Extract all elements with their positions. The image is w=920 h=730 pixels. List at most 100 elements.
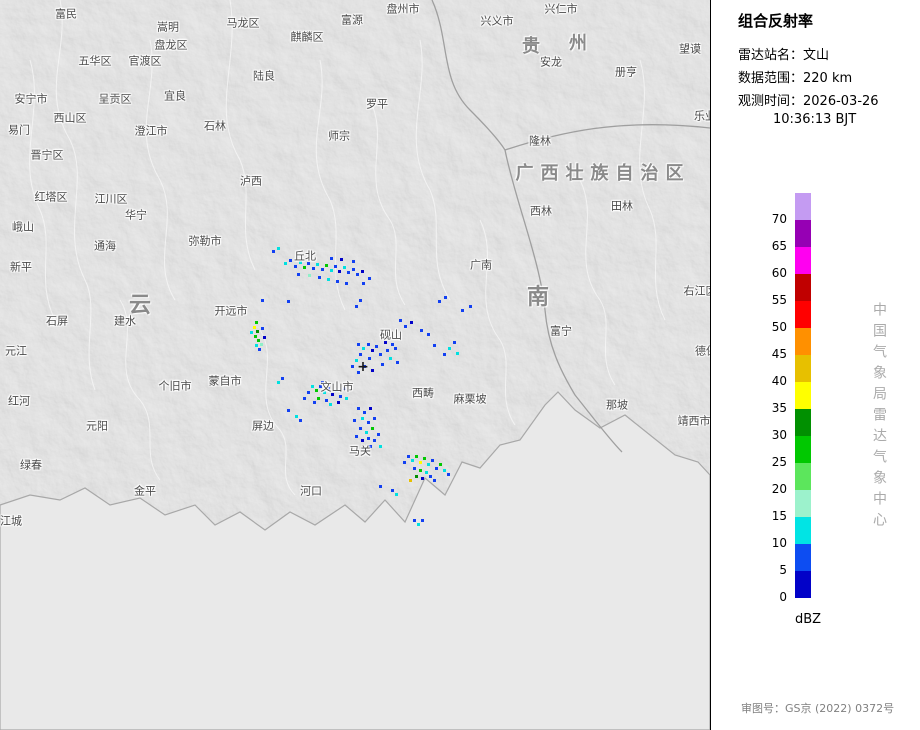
map-label: 华宁 bbox=[125, 208, 147, 222]
radar-echo bbox=[448, 347, 451, 350]
map-label: 德保 bbox=[695, 344, 710, 358]
radar-echo bbox=[363, 411, 366, 414]
map-label: 江川区 bbox=[94, 192, 128, 206]
province-label: 云 bbox=[128, 293, 152, 318]
radar-echo bbox=[461, 309, 464, 312]
radar-echo bbox=[343, 266, 346, 269]
radar-echo bbox=[435, 467, 438, 470]
map-label: 师宗 bbox=[328, 129, 350, 143]
map-label: 盘州市 bbox=[386, 2, 420, 16]
map-label: 峨山 bbox=[12, 220, 34, 234]
map-label: 晋宁区 bbox=[30, 148, 64, 162]
radar-echo bbox=[258, 348, 261, 351]
radar-echo bbox=[443, 469, 446, 472]
radar-echo bbox=[433, 479, 436, 482]
station-name: 雷达站名：文山 bbox=[738, 48, 830, 63]
radar-echo bbox=[361, 417, 364, 420]
map-label: 蒙自市 bbox=[208, 374, 242, 388]
map-label: 陆良 bbox=[253, 69, 275, 83]
map-label: 金平 bbox=[134, 484, 156, 498]
radar-echo bbox=[419, 461, 422, 464]
legend-swatch bbox=[795, 382, 811, 409]
radar-echo bbox=[336, 280, 339, 283]
radar-echo bbox=[415, 455, 418, 458]
legend-value: 10 bbox=[771, 536, 787, 550]
radar-echo bbox=[303, 397, 306, 400]
radar-echo bbox=[425, 471, 428, 474]
radar-echo bbox=[394, 347, 397, 350]
radar-echo bbox=[359, 353, 362, 356]
radar-echo bbox=[407, 455, 410, 458]
legend-swatch bbox=[795, 436, 811, 463]
radar-echo bbox=[367, 437, 370, 440]
radar-echo bbox=[325, 264, 328, 267]
map-label: 绿春 bbox=[20, 458, 42, 472]
radar-echo bbox=[356, 273, 359, 276]
radar-echo bbox=[444, 296, 447, 299]
radar-echo bbox=[403, 461, 406, 464]
map-label: 丘北 bbox=[294, 249, 316, 263]
radar-echo bbox=[362, 347, 365, 350]
radar-echo bbox=[295, 415, 298, 418]
map-label: 富宁 bbox=[550, 324, 572, 338]
radar-echo bbox=[391, 343, 394, 346]
radar-echo bbox=[257, 339, 260, 342]
radar-echo bbox=[255, 321, 258, 324]
legend-swatch bbox=[795, 247, 811, 274]
radar-echo bbox=[334, 265, 337, 268]
legend-value: 20 bbox=[771, 482, 787, 496]
radar-echo bbox=[338, 270, 341, 273]
map-label: 元阳 bbox=[86, 419, 108, 433]
map-label: 红塔区 bbox=[34, 190, 68, 204]
map-label: 册亨 bbox=[615, 65, 637, 79]
radar-echo bbox=[256, 330, 259, 333]
data-range: 数据范围：220 km bbox=[738, 71, 853, 86]
radar-echo bbox=[377, 433, 380, 436]
legend-swatch bbox=[795, 490, 811, 517]
legend-swatch bbox=[795, 355, 811, 382]
radar-echo bbox=[371, 427, 374, 430]
radar-echo bbox=[386, 349, 389, 352]
observation-clock: 10:36:13 BJT bbox=[773, 112, 857, 127]
radar-echo bbox=[359, 427, 362, 430]
map-label: 西畴 bbox=[412, 386, 434, 400]
radar-echo bbox=[415, 475, 418, 478]
radar-echo bbox=[399, 319, 402, 322]
map-label: 广南 bbox=[470, 258, 492, 272]
map-label: 五华区 bbox=[78, 54, 112, 68]
map-label: 江城 bbox=[0, 514, 22, 528]
radar-echo bbox=[352, 260, 355, 263]
radar-echo bbox=[318, 276, 321, 279]
radar-echo bbox=[421, 519, 424, 522]
map-label: 兴义市 bbox=[480, 14, 514, 28]
radar-echo bbox=[355, 305, 358, 308]
radar-echo bbox=[329, 403, 332, 406]
province-label: 南 bbox=[526, 285, 550, 310]
radar-echo bbox=[379, 485, 382, 488]
radar-echo bbox=[325, 399, 328, 402]
radar-echo bbox=[421, 477, 424, 480]
map-label: 河口 bbox=[300, 484, 322, 498]
legend-swatch bbox=[795, 220, 811, 247]
legend-value: 5 bbox=[779, 563, 787, 577]
radar-echo bbox=[250, 331, 253, 334]
radar-echo bbox=[391, 489, 394, 492]
radar-echo bbox=[379, 353, 382, 356]
map-label: 泸西 bbox=[240, 174, 262, 188]
radar-echo bbox=[330, 269, 333, 272]
radar-echo bbox=[311, 385, 314, 388]
map-label: 澄江市 bbox=[134, 124, 168, 138]
radar-echo bbox=[345, 397, 348, 400]
radar-echo bbox=[431, 459, 434, 462]
map-label: 隆林 bbox=[529, 134, 551, 148]
map-label: 盘龙区 bbox=[154, 38, 188, 52]
map-label: 富源 bbox=[341, 13, 363, 27]
map-label: 易门 bbox=[8, 123, 30, 137]
map-label: 马关 bbox=[349, 444, 371, 458]
radar-map: 富民嵩明 马龙区麒麟区 富源 盘州市兴义市 兴仁市安龙册亨 望谟乐业 宜良 陆良罗平师宗 石林泸… bbox=[0, 0, 710, 730]
radar-echo bbox=[439, 463, 442, 466]
radar-echo bbox=[303, 266, 306, 269]
radar-echo bbox=[359, 299, 362, 302]
legend-value: 50 bbox=[771, 320, 787, 334]
radar-echo bbox=[381, 363, 384, 366]
